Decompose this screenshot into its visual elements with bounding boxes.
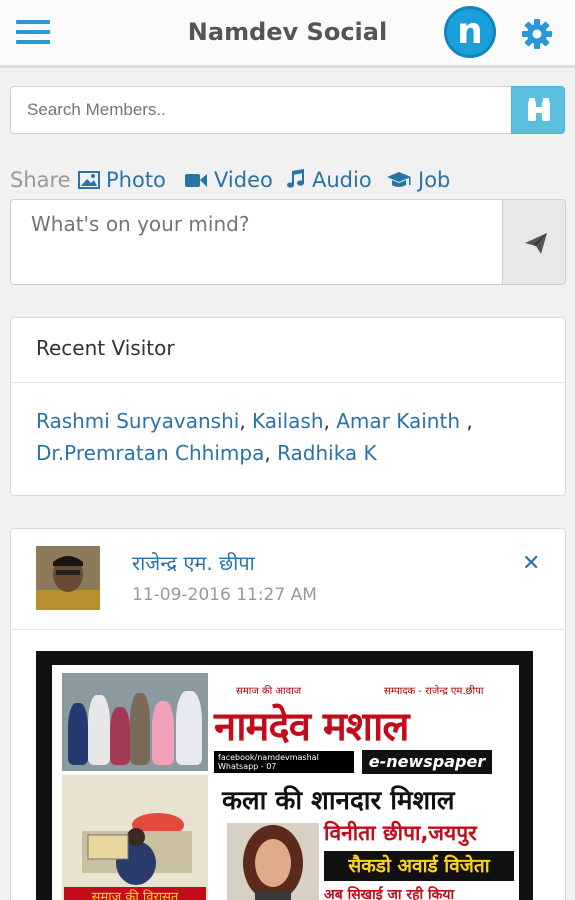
app-header: Namdev Social n [0,0,575,68]
poster-photo-group [62,673,208,771]
post-author[interactable]: राजेन्द्र एम. छीपा [132,549,255,576]
search-input[interactable] [10,86,512,134]
graduation-cap-icon [387,172,411,187]
search-button[interactable] [511,86,565,134]
share-photo-button[interactable]: Photo [78,168,166,192]
visitor-separator: , [264,441,271,465]
app-logo[interactable]: n [444,6,496,58]
visitor-link[interactable]: Amar Kainth [336,409,460,433]
share-toolbar: Share Photo Video Audio Job [10,166,570,196]
poster-tagline-right: सम्पादक - राजेन्द्र एम.छीपा [384,686,484,697]
poster-whatsapp: Whatsapp - 07 [218,762,277,771]
poster-masthead: समाज की आवाज सम्पादक - राजेन्द्र एम.छीपा… [214,683,514,774]
recent-visitor-card: Recent Visitor Rashmi Suryavanshi, Kaila… [10,317,566,496]
feed-post-card: राजेन्द्र एम. छीपा 11-09-2016 11:27 AM ✕ [10,528,566,900]
poster-photo-craft [62,775,208,900]
post-header: राजेन्द्र एम. छीपा 11-09-2016 11:27 AM ✕ [11,529,565,630]
binoculars-icon [528,98,550,121]
poster-footer-right: अब सिखाई जा रही किया [324,887,455,900]
post-image[interactable]: समाज की आवाज सम्पादक - राजेन्द्र एम.छीपा… [36,651,533,900]
share-job-label: Job [418,168,451,192]
recent-visitor-list: Rashmi Suryavanshi, Kailash, Amar Kainth… [11,383,565,491]
status-composer [10,199,566,285]
poster-headline: कला की शानदार मिशाल [222,786,455,816]
post-button[interactable] [502,199,566,285]
member-search [10,86,565,134]
music-note-icon [287,169,304,188]
visitor-separator: , [460,409,473,433]
visitor-link[interactable]: Kailash [252,409,323,433]
share-audio-button[interactable]: Audio [286,168,372,192]
newspaper-poster: समाज की आवाज सम्पादक - राजेन्द्र एम.छीपा… [52,665,519,900]
poster-enewspaper: e-newspaper [362,750,492,774]
poster-photo-portrait [227,823,319,900]
gear-icon[interactable] [521,18,553,50]
visitor-link[interactable]: Dr.Premratan Chhimpa [36,441,264,465]
video-camera-icon [185,174,207,187]
avatar[interactable] [36,546,100,610]
share-audio-label: Audio [312,168,372,192]
poster-footer-left: समाज की विरासत [64,887,206,900]
share-label: Share [10,168,71,192]
avatar-photo [36,546,100,610]
visitor-link[interactable]: Rashmi Suryavanshi [36,409,239,433]
poster-tagline-left: समाज की आवाज [236,686,302,697]
paper-plane-icon [525,233,547,254]
poster-person: विनीता छीपा,जयपुर [324,821,477,845]
share-video-label: Video [214,168,273,192]
post-timestamp: 11-09-2016 11:27 AM [132,585,317,605]
poster-title: नामदेव मशाल [214,704,409,750]
recent-visitor-title: Recent Visitor [11,318,565,383]
share-video-button[interactable]: Video [184,168,273,192]
poster-facebook: facebook/namdevmashal [218,753,319,762]
share-photo-label: Photo [106,168,166,192]
visitor-link[interactable]: Radhika K [277,441,377,465]
status-input[interactable] [10,199,503,285]
close-icon[interactable]: ✕ [522,551,540,576]
visitor-separator: , [239,409,246,433]
logo-letter: n [457,11,483,52]
poster-social: facebook/namdevmashal Whatsapp - 07 [214,751,354,773]
poster-award: सैकडो अवार्ड विजेता [324,851,514,881]
visitor-separator: , [323,409,330,433]
photo-icon [78,171,100,189]
share-job-button[interactable]: Job [386,168,450,192]
